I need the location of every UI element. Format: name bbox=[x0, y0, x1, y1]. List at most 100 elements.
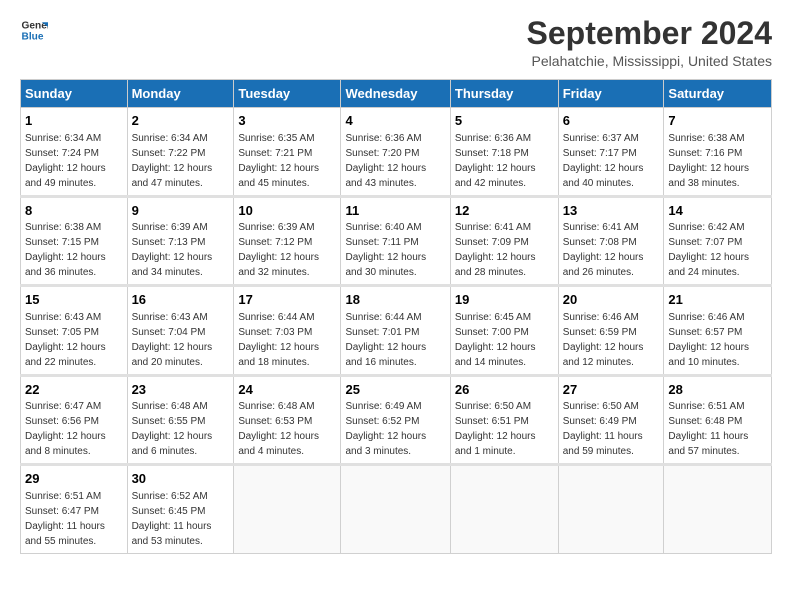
calendar-cell: 2 Sunrise: 6:34 AM Sunset: 7:22 PM Daylig… bbox=[127, 108, 234, 197]
day-info: Sunrise: 6:41 AM Sunset: 7:08 PM Dayligh… bbox=[563, 222, 644, 278]
col-header-saturday: Saturday bbox=[664, 80, 772, 108]
day-number: 16 bbox=[132, 291, 230, 309]
day-number: 5 bbox=[455, 112, 554, 130]
day-number: 15 bbox=[25, 291, 123, 309]
header-row: SundayMondayTuesdayWednesdayThursdayFrid… bbox=[21, 80, 772, 108]
day-number: 1 bbox=[25, 112, 123, 130]
day-number: 9 bbox=[132, 202, 230, 220]
day-number: 6 bbox=[563, 112, 660, 130]
calendar-cell: 16 Sunrise: 6:43 AM Sunset: 7:04 PM Dayli… bbox=[127, 286, 234, 376]
calendar-cell: 11Sunrise: 6:40 AM Sunset: 7:11 PM Dayli… bbox=[341, 196, 450, 286]
day-info: Sunrise: 6:43 AM Sunset: 7:05 PM Dayligh… bbox=[25, 312, 106, 368]
day-info: Sunrise: 6:36 AM Sunset: 7:18 PM Dayligh… bbox=[455, 133, 536, 189]
week-row-3: 15 Sunrise: 6:43 AM Sunset: 7:05 PM Dayli… bbox=[21, 286, 772, 376]
calendar-cell bbox=[234, 465, 341, 554]
day-info: Sunrise: 6:39 AM Sunset: 7:12 PM Dayligh… bbox=[238, 222, 319, 278]
week-row-4: 22Sunrise: 6:47 AM Sunset: 6:56 PM Dayli… bbox=[21, 375, 772, 465]
day-number: 8 bbox=[25, 202, 123, 220]
calendar-cell: 28 Sunrise: 6:51 AM Sunset: 6:48 PM Dayli… bbox=[664, 375, 772, 465]
day-info: Sunrise: 6:51 AM Sunset: 6:48 PM Dayligh… bbox=[668, 401, 748, 457]
day-number: 19 bbox=[455, 291, 554, 309]
day-number: 20 bbox=[563, 291, 660, 309]
calendar-cell: 19 Sunrise: 6:45 AM Sunset: 7:00 PM Dayli… bbox=[450, 286, 558, 376]
day-info: Sunrise: 6:46 AM Sunset: 6:59 PM Dayligh… bbox=[563, 312, 644, 368]
calendar-cell: 10 Sunrise: 6:39 AM Sunset: 7:12 PM Dayli… bbox=[234, 196, 341, 286]
col-header-wednesday: Wednesday bbox=[341, 80, 450, 108]
svg-text:General: General bbox=[22, 20, 48, 31]
logo: General Blue General Blue bbox=[20, 16, 48, 44]
day-number: 18 bbox=[345, 291, 445, 309]
day-info: Sunrise: 6:44 AM Sunset: 7:01 PM Dayligh… bbox=[345, 312, 426, 368]
day-number: 21 bbox=[668, 291, 767, 309]
day-number: 10 bbox=[238, 202, 336, 220]
calendar-cell: 8 Sunrise: 6:38 AM Sunset: 7:15 PM Daylig… bbox=[21, 196, 128, 286]
day-number: 23 bbox=[132, 381, 230, 399]
calendar-cell: 9 Sunrise: 6:39 AM Sunset: 7:13 PM Daylig… bbox=[127, 196, 234, 286]
col-header-thursday: Thursday bbox=[450, 80, 558, 108]
col-header-sunday: Sunday bbox=[21, 80, 128, 108]
calendar-cell: 3Sunrise: 6:35 AM Sunset: 7:21 PM Daylig… bbox=[234, 108, 341, 197]
calendar-cell: 14 Sunrise: 6:42 AM Sunset: 7:07 PM Dayli… bbox=[664, 196, 772, 286]
day-number: 24 bbox=[238, 381, 336, 399]
calendar-cell: 1Sunrise: 6:34 AM Sunset: 7:24 PM Daylig… bbox=[21, 108, 128, 197]
calendar-cell bbox=[664, 465, 772, 554]
day-info: Sunrise: 6:38 AM Sunset: 7:15 PM Dayligh… bbox=[25, 222, 106, 278]
calendar-cell: 30Sunrise: 6:52 AM Sunset: 6:45 PM Dayli… bbox=[127, 465, 234, 554]
day-number: 29 bbox=[25, 470, 123, 488]
day-number: 12 bbox=[455, 202, 554, 220]
calendar-cell: 23 Sunrise: 6:48 AM Sunset: 6:55 PM Dayli… bbox=[127, 375, 234, 465]
day-info: Sunrise: 6:34 AM Sunset: 7:22 PM Dayligh… bbox=[132, 133, 213, 189]
calendar-cell: 22Sunrise: 6:47 AM Sunset: 6:56 PM Dayli… bbox=[21, 375, 128, 465]
day-info: Sunrise: 6:44 AM Sunset: 7:03 PM Dayligh… bbox=[238, 312, 319, 368]
day-info: Sunrise: 6:41 AM Sunset: 7:09 PM Dayligh… bbox=[455, 222, 536, 278]
day-info: Sunrise: 6:51 AM Sunset: 6:47 PM Dayligh… bbox=[25, 491, 105, 547]
day-info: Sunrise: 6:43 AM Sunset: 7:04 PM Dayligh… bbox=[132, 312, 213, 368]
calendar-cell: 27Sunrise: 6:50 AM Sunset: 6:49 PM Dayli… bbox=[558, 375, 664, 465]
day-info: Sunrise: 6:37 AM Sunset: 7:17 PM Dayligh… bbox=[563, 133, 644, 189]
day-number: 2 bbox=[132, 112, 230, 130]
day-number: 26 bbox=[455, 381, 554, 399]
day-number: 13 bbox=[563, 202, 660, 220]
day-info: Sunrise: 6:42 AM Sunset: 7:07 PM Dayligh… bbox=[668, 222, 749, 278]
day-info: Sunrise: 6:47 AM Sunset: 6:56 PM Dayligh… bbox=[25, 401, 106, 457]
day-number: 7 bbox=[668, 112, 767, 130]
day-info: Sunrise: 6:39 AM Sunset: 7:13 PM Dayligh… bbox=[132, 222, 213, 278]
col-header-monday: Monday bbox=[127, 80, 234, 108]
calendar-cell bbox=[558, 465, 664, 554]
day-info: Sunrise: 6:45 AM Sunset: 7:00 PM Dayligh… bbox=[455, 312, 536, 368]
day-info: Sunrise: 6:49 AM Sunset: 6:52 PM Dayligh… bbox=[345, 401, 426, 457]
day-number: 11 bbox=[345, 202, 445, 220]
week-row-5: 29 Sunrise: 6:51 AM Sunset: 6:47 PM Dayli… bbox=[21, 465, 772, 554]
svg-text:Blue: Blue bbox=[22, 31, 44, 42]
calendar-cell: 15 Sunrise: 6:43 AM Sunset: 7:05 PM Dayli… bbox=[21, 286, 128, 376]
calendar-cell: 21 Sunrise: 6:46 AM Sunset: 6:57 PM Dayli… bbox=[664, 286, 772, 376]
day-info: Sunrise: 6:50 AM Sunset: 6:49 PM Dayligh… bbox=[563, 401, 643, 457]
calendar-cell: 7Sunrise: 6:38 AM Sunset: 7:16 PM Daylig… bbox=[664, 108, 772, 197]
day-info: Sunrise: 6:46 AM Sunset: 6:57 PM Dayligh… bbox=[668, 312, 749, 368]
day-info: Sunrise: 6:36 AM Sunset: 7:20 PM Dayligh… bbox=[345, 133, 426, 189]
day-info: Sunrise: 6:48 AM Sunset: 6:55 PM Dayligh… bbox=[132, 401, 213, 457]
day-number: 28 bbox=[668, 381, 767, 399]
calendar-cell: 25Sunrise: 6:49 AM Sunset: 6:52 PM Dayli… bbox=[341, 375, 450, 465]
day-number: 17 bbox=[238, 291, 336, 309]
page: General Blue General Blue September 2024… bbox=[0, 0, 792, 564]
subtitle: Pelahatchie, Mississippi, United States bbox=[527, 53, 772, 69]
calendar-cell: 6 Sunrise: 6:37 AM Sunset: 7:17 PM Daylig… bbox=[558, 108, 664, 197]
day-info: Sunrise: 6:50 AM Sunset: 6:51 PM Dayligh… bbox=[455, 401, 536, 457]
calendar-cell: 12 Sunrise: 6:41 AM Sunset: 7:09 PM Dayli… bbox=[450, 196, 558, 286]
calendar-cell: 24 Sunrise: 6:48 AM Sunset: 6:53 PM Dayli… bbox=[234, 375, 341, 465]
day-info: Sunrise: 6:52 AM Sunset: 6:45 PM Dayligh… bbox=[132, 491, 212, 547]
day-number: 4 bbox=[345, 112, 445, 130]
day-number: 14 bbox=[668, 202, 767, 220]
calendar-cell bbox=[450, 465, 558, 554]
calendar-cell: 18 Sunrise: 6:44 AM Sunset: 7:01 PM Dayli… bbox=[341, 286, 450, 376]
day-info: Sunrise: 6:48 AM Sunset: 6:53 PM Dayligh… bbox=[238, 401, 319, 457]
calendar-cell: 17 Sunrise: 6:44 AM Sunset: 7:03 PM Dayli… bbox=[234, 286, 341, 376]
calendar-cell: 5 Sunrise: 6:36 AM Sunset: 7:18 PM Daylig… bbox=[450, 108, 558, 197]
calendar-cell: 26 Sunrise: 6:50 AM Sunset: 6:51 PM Dayli… bbox=[450, 375, 558, 465]
title-area: September 2024 Pelahatchie, Mississippi,… bbox=[527, 16, 772, 69]
day-info: Sunrise: 6:35 AM Sunset: 7:21 PM Dayligh… bbox=[238, 133, 319, 189]
calendar-cell bbox=[341, 465, 450, 554]
logo-icon: General Blue bbox=[20, 16, 48, 44]
week-row-1: 1Sunrise: 6:34 AM Sunset: 7:24 PM Daylig… bbox=[21, 108, 772, 197]
